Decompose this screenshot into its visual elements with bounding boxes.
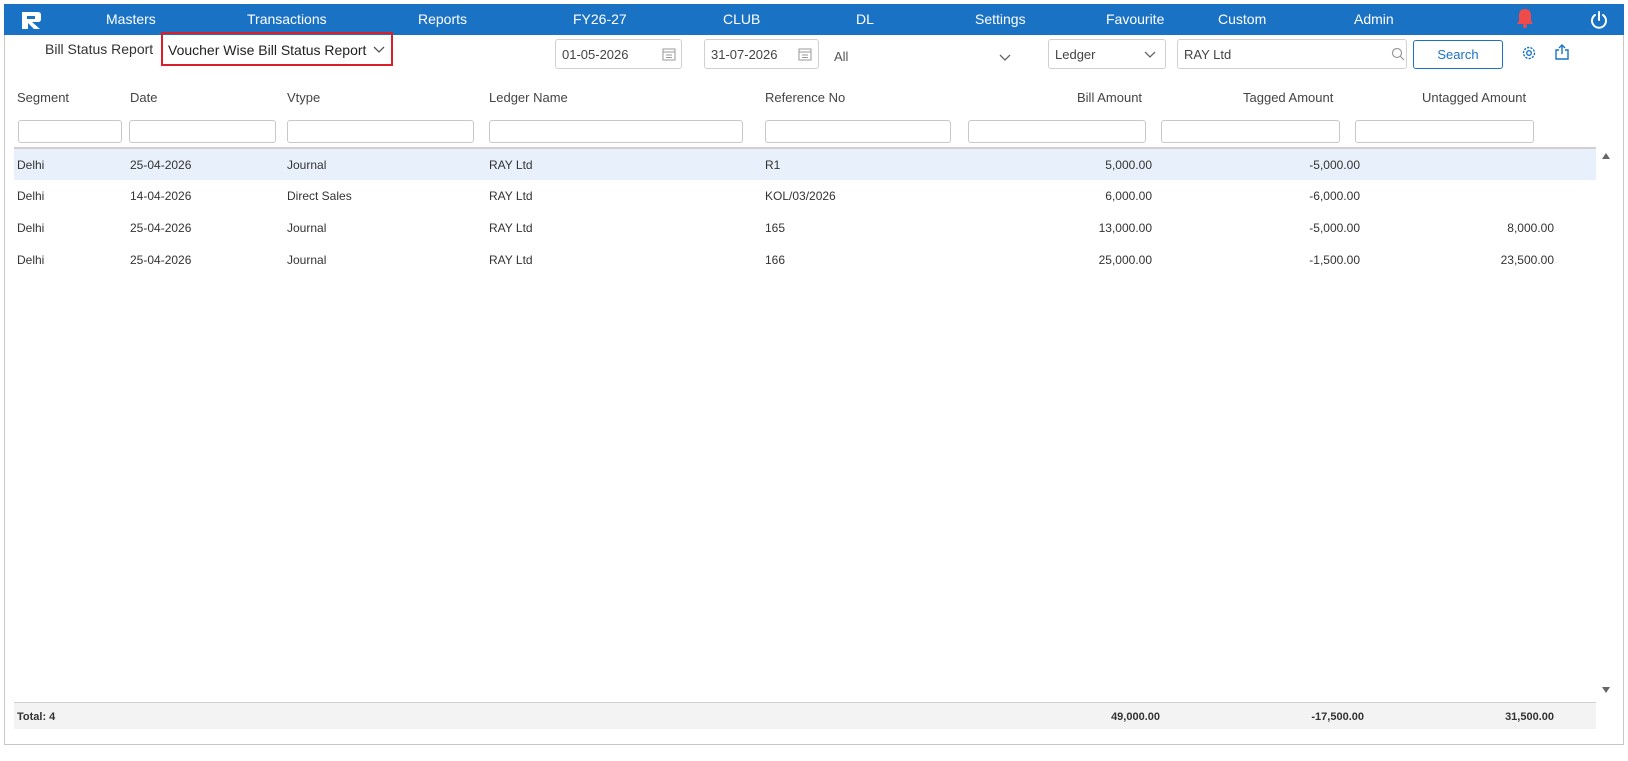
cell-date: 14-04-2026: [130, 189, 192, 203]
col-header-date[interactable]: Date: [130, 90, 157, 105]
calendar-icon[interactable]: [662, 47, 676, 61]
search-icon[interactable]: [1391, 47, 1405, 61]
cell-segment: Delhi: [17, 253, 45, 267]
filter-segment-input[interactable]: [18, 120, 122, 143]
to-date-value: 31-07-2026: [711, 47, 778, 62]
cell-reference-no: R1: [765, 158, 781, 172]
col-header-segment[interactable]: Segment: [17, 90, 69, 105]
ledger-search-value: RAY Ltd: [1184, 47, 1232, 62]
table-row[interactable]: Delhi 25-04-2026 Journal RAY Ltd 166 25,…: [14, 244, 1596, 275]
cell-bill-amount: 5,000.00: [1105, 158, 1152, 172]
total-untagged-amount: 31,500.00: [1505, 711, 1554, 723]
filter-untagged-amount-input[interactable]: [1355, 120, 1534, 143]
segment-filter-value: All: [834, 49, 849, 64]
breadcrumb-report-group[interactable]: Bill Status Report: [45, 41, 153, 57]
col-header-tagged-amount[interactable]: Tagged Amount: [1243, 90, 1333, 105]
table-row[interactable]: Delhi 25-04-2026 Journal RAY Ltd 165 13,…: [14, 212, 1596, 243]
top-nav-bar: Masters Transactions Reports FY26-27 CLU…: [4, 4, 1624, 35]
export-icon[interactable]: [1553, 43, 1571, 61]
nav-favourite[interactable]: Favourite: [1106, 4, 1164, 35]
app-logo-icon[interactable]: [20, 10, 42, 30]
nav-transactions[interactable]: Transactions: [247, 4, 327, 35]
table-footer-totals: Total: 4 49,000.00 -17,500.00 31,500.00: [14, 702, 1596, 729]
cell-untagged-amount: 23,500.00: [1500, 253, 1554, 267]
cell-date: 25-04-2026: [130, 253, 192, 267]
cell-bill-amount: 13,000.00: [1098, 221, 1152, 235]
ledger-search-input[interactable]: RAY Ltd: [1177, 39, 1407, 69]
gear-icon[interactable]: [1520, 44, 1538, 62]
scroll-down-arrow-icon[interactable]: [1601, 686, 1611, 694]
cell-vtype: Direct Sales: [287, 189, 352, 203]
filter-bill-amount-input[interactable]: [968, 120, 1146, 143]
cell-ledger-name: RAY Ltd: [489, 189, 533, 203]
filter-tagged-amount-input[interactable]: [1161, 120, 1340, 143]
chevron-down-icon: [373, 46, 385, 53]
cell-reference-no: 166: [765, 253, 786, 267]
nav-admin[interactable]: Admin: [1354, 4, 1394, 35]
nav-dl[interactable]: DL: [856, 4, 874, 35]
total-count: Total: 4: [17, 711, 56, 723]
cell-tagged-amount: -5,000.00: [1309, 158, 1360, 172]
cell-date: 25-04-2026: [130, 158, 192, 172]
from-date-value: 01-05-2026: [562, 47, 629, 62]
cell-date: 25-04-2026: [130, 221, 192, 235]
report-type-value: Voucher Wise Bill Status Report: [168, 42, 367, 58]
from-date-field[interactable]: 01-05-2026: [555, 39, 682, 69]
cell-vtype: Journal: [287, 221, 327, 235]
table-row[interactable]: Delhi 14-04-2026 Direct Sales RAY Ltd KO…: [14, 180, 1596, 211]
filter-reference-no-input[interactable]: [765, 120, 951, 143]
bell-icon[interactable]: [1514, 7, 1536, 29]
calendar-icon[interactable]: [798, 47, 812, 61]
filter-date-input[interactable]: [129, 120, 276, 143]
cell-tagged-amount: -5,000.00: [1309, 221, 1360, 235]
cell-ledger-name: RAY Ltd: [489, 253, 533, 267]
cell-bill-amount: 6,000.00: [1105, 189, 1152, 203]
col-header-reference-no[interactable]: Reference No: [765, 90, 845, 105]
total-bill-amount: 49,000.00: [1111, 711, 1160, 723]
cell-vtype: Journal: [287, 158, 327, 172]
cell-reference-no: 165: [765, 221, 786, 235]
cell-ledger-name: RAY Ltd: [489, 221, 533, 235]
segment-filter-dropdown[interactable]: All: [834, 44, 1012, 70]
cell-segment: Delhi: [17, 221, 45, 235]
cell-tagged-amount: -6,000.00: [1309, 189, 1360, 203]
total-tagged-amount: -17,500.00: [1311, 711, 1364, 723]
search-button[interactable]: Search: [1413, 40, 1503, 69]
nav-custom[interactable]: Custom: [1218, 4, 1266, 35]
power-icon[interactable]: [1589, 10, 1609, 30]
search-by-value: Ledger: [1055, 47, 1096, 62]
to-date-field[interactable]: 31-07-2026: [704, 39, 819, 69]
nav-reports[interactable]: Reports: [418, 4, 467, 35]
nav-masters[interactable]: Masters: [106, 4, 156, 35]
search-by-dropdown[interactable]: Ledger: [1048, 39, 1166, 69]
nav-club[interactable]: CLUB: [723, 4, 760, 35]
col-header-bill-amount[interactable]: Bill Amount: [1077, 90, 1142, 105]
nav-fiscal-year[interactable]: FY26-27: [573, 4, 627, 35]
chevron-down-icon: [999, 54, 1011, 61]
col-header-vtype[interactable]: Vtype: [287, 90, 320, 105]
app-window: Masters Transactions Reports FY26-27 CLU…: [0, 0, 1628, 761]
filter-ledger-name-input[interactable]: [489, 120, 743, 143]
cell-ledger-name: RAY Ltd: [489, 158, 533, 172]
cell-untagged-amount: 8,000.00: [1507, 221, 1554, 235]
chevron-down-icon: [1144, 51, 1156, 58]
nav-settings[interactable]: Settings: [975, 4, 1026, 35]
cell-tagged-amount: -1,500.00: [1309, 253, 1360, 267]
scroll-up-arrow-icon[interactable]: [1601, 152, 1611, 160]
col-header-untagged-amount[interactable]: Untagged Amount: [1422, 90, 1526, 105]
filter-vtype-input[interactable]: [287, 120, 474, 143]
cell-vtype: Journal: [287, 253, 327, 267]
cell-segment: Delhi: [17, 189, 45, 203]
report-type-dropdown[interactable]: Voucher Wise Bill Status Report: [161, 32, 393, 66]
col-header-ledger-name[interactable]: Ledger Name: [489, 90, 568, 105]
cell-reference-no: KOL/03/2026: [765, 189, 836, 203]
cell-segment: Delhi: [17, 158, 45, 172]
table-row[interactable]: Delhi 25-04-2026 Journal RAY Ltd R1 5,00…: [14, 149, 1596, 180]
cell-bill-amount: 25,000.00: [1098, 253, 1152, 267]
